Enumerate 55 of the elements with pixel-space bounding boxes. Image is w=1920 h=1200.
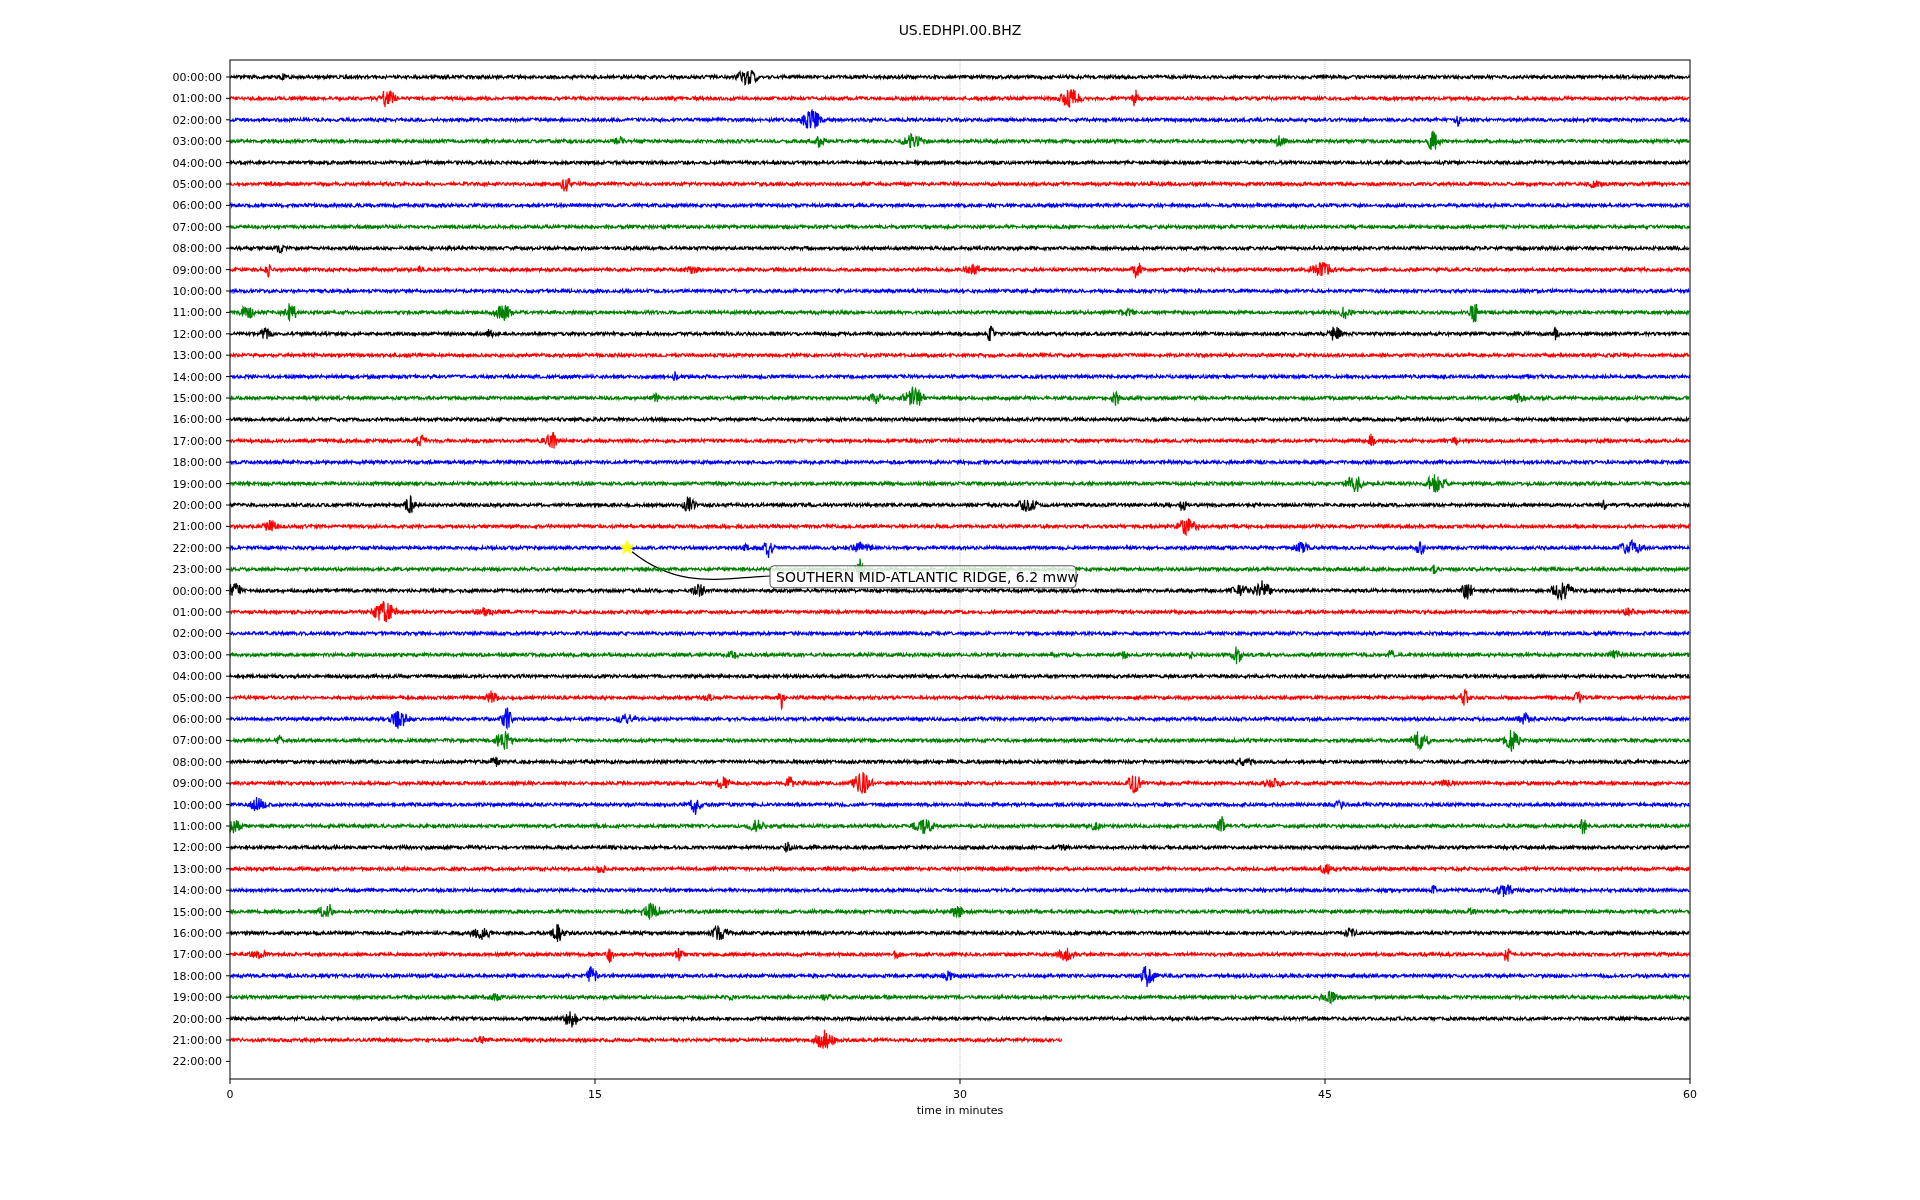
- hour-label: 02:00:00: [172, 113, 222, 127]
- hour-label: 05:00:00: [172, 691, 222, 705]
- hour-label: 13:00:00: [172, 862, 222, 876]
- hour-label: 01:00:00: [172, 606, 222, 619]
- hour-label: 00:00:00: [172, 71, 222, 84]
- hour-label: 01:00:00: [172, 92, 222, 106]
- hour-label: 13:00:00: [172, 349, 222, 363]
- hour-label: 14:00:00: [172, 370, 222, 384]
- axis-title: time in minutes: [916, 1104, 1004, 1117]
- hour-label: 18:00:00: [172, 456, 222, 470]
- hour-label: 03:00:00: [172, 135, 222, 149]
- axis-tick-label: 45: [1318, 1088, 1332, 1101]
- hour-label: 15:00:00: [172, 905, 222, 919]
- hour-label: 09:00:00: [172, 777, 222, 791]
- hour-label: 19:00:00: [172, 477, 222, 491]
- axis-tick-label: 0: [226, 1088, 234, 1101]
- hour-label: 23:00:00: [172, 563, 222, 577]
- hour-label: 11:00:00: [172, 306, 222, 320]
- hour-label: 05:00:00: [172, 178, 222, 191]
- axis-tick-label: 60: [1683, 1088, 1697, 1101]
- hour-label: 20:00:00: [172, 1012, 222, 1026]
- hour-label: 06:00:00: [172, 713, 222, 726]
- hour-label: 02:00:00: [172, 627, 222, 641]
- hour-label: 14:00:00: [172, 884, 222, 898]
- hour-label: 21:00:00: [172, 1034, 222, 1047]
- hour-label: 10:00:00: [172, 285, 222, 298]
- hour-label: 08:00:00: [172, 242, 222, 256]
- hour-label: 16:00:00: [172, 927, 222, 940]
- hour-label: 19:00:00: [172, 991, 222, 1005]
- hour-label: 06:00:00: [172, 199, 222, 213]
- axis-tick-label: 15: [588, 1088, 602, 1101]
- hour-label: 22:00:00: [172, 541, 222, 555]
- hour-label: 18:00:00: [172, 969, 222, 983]
- annotation-label: SOUTHERN MID-ATLANTIC RIDGE, 6.2 mww: [769, 565, 1080, 589]
- hour-label: 12:00:00: [172, 327, 222, 341]
- hour-label: 04:00:00: [172, 670, 222, 684]
- hour-label: 00:00:00: [172, 584, 222, 598]
- hour-label: 10:00:00: [172, 798, 222, 812]
- hour-label: 07:00:00: [172, 734, 222, 748]
- hour-label: 22:00:00: [172, 1055, 222, 1069]
- hour-label: 21:00:00: [172, 520, 222, 534]
- hour-label: 20:00:00: [172, 499, 222, 512]
- hour-label: 16:00:00: [172, 413, 222, 427]
- hour-label: 07:00:00: [172, 220, 222, 234]
- hour-label: 15:00:00: [172, 392, 222, 405]
- axis-tick-label: 30: [953, 1088, 967, 1101]
- hour-label: 08:00:00: [172, 755, 222, 769]
- hour-label: 09:00:00: [172, 263, 222, 277]
- hour-label: 17:00:00: [172, 434, 222, 448]
- hour-label: 12:00:00: [172, 841, 222, 855]
- plot-title: US.EDHPI.00.BHZ: [898, 22, 1022, 38]
- hour-label: 04:00:00: [172, 156, 222, 170]
- hour-label: 17:00:00: [172, 948, 222, 962]
- hour-label: 03:00:00: [172, 648, 222, 662]
- hour-label: 11:00:00: [172, 820, 222, 833]
